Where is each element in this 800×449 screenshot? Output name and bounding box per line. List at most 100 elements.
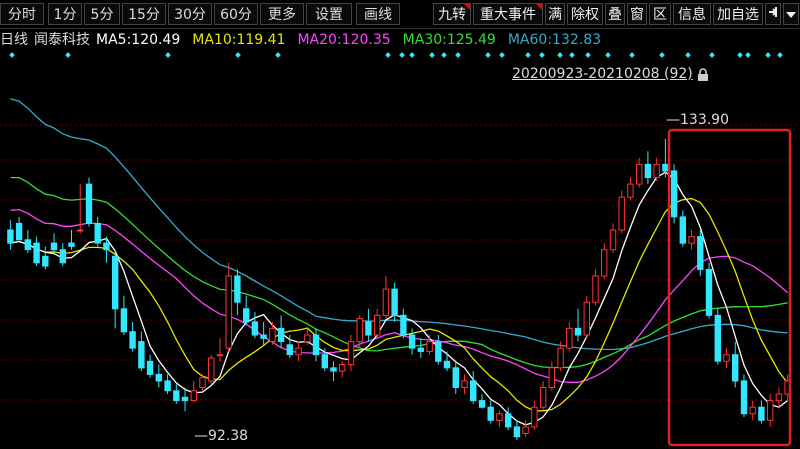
- down-candle-body: [705, 268, 713, 316]
- up-candle-body: [225, 275, 232, 349]
- down-candle-body: [644, 163, 652, 178]
- up-candle-body: [382, 288, 390, 316]
- event-marker: [629, 52, 635, 58]
- event-marker: [441, 52, 447, 58]
- down-candle-body: [662, 163, 669, 172]
- down-candle-body: [243, 308, 250, 323]
- event-marker: [659, 52, 665, 58]
- down-candle-body: [330, 367, 337, 372]
- down-candle-body: [173, 390, 180, 402]
- event-marker: [765, 52, 771, 58]
- down-candle-body: [714, 314, 721, 362]
- up-candle-body: [522, 426, 529, 434]
- up-candle-body: [653, 163, 660, 178]
- up-candle-body: [636, 163, 643, 185]
- up-candle-body: [592, 275, 599, 303]
- down-candle-body: [417, 347, 425, 352]
- down-candle-body: [321, 354, 329, 369]
- down-candle-body: [277, 327, 285, 342]
- ma20-line: [10, 208, 789, 383]
- event-marker: [275, 52, 281, 58]
- down-candle-body: [740, 380, 748, 415]
- down-candle-body: [146, 360, 154, 375]
- up-candle-body: [688, 236, 695, 244]
- event-marker: [605, 52, 611, 58]
- down-candle-body: [732, 354, 739, 382]
- low-price-label: —92.38: [194, 428, 249, 444]
- down-candle-body: [487, 406, 494, 421]
- up-candle-body: [539, 387, 547, 408]
- event-marker: [485, 52, 491, 58]
- up-candle-body: [609, 229, 617, 251]
- event-marker: [685, 52, 691, 58]
- event-marker: [235, 52, 241, 58]
- up-candle-body: [749, 406, 756, 415]
- highlight-box: [667, 128, 792, 447]
- up-candle-body: [374, 314, 381, 336]
- up-candle-body: [618, 196, 625, 231]
- down-candle-body: [470, 380, 477, 402]
- date-range-text: 20200923-20210208 (92): [512, 66, 693, 82]
- event-marker: [585, 52, 591, 58]
- down-candle-body: [505, 413, 512, 428]
- up-candle-body: [557, 347, 564, 369]
- up-candle-body: [775, 393, 783, 402]
- event-marker: [429, 52, 435, 58]
- up-candle-body: [461, 380, 468, 388]
- event-marker: [399, 52, 405, 58]
- event-marker: [569, 52, 575, 58]
- up-candle-body: [269, 327, 276, 342]
- down-candle-body: [85, 183, 93, 225]
- date-range[interactable]: 20200923-20210208 (92): [512, 66, 709, 82]
- up-candle-body: [216, 354, 224, 357]
- event-marker: [499, 52, 505, 58]
- down-candle-body: [435, 341, 442, 362]
- high-price-label: —133.90: [666, 112, 729, 128]
- event-marker: [709, 52, 715, 58]
- up-candle-body: [304, 334, 311, 343]
- up-candle-body: [531, 406, 538, 428]
- event-marker: [409, 52, 415, 58]
- down-candle-body: [260, 334, 267, 339]
- up-candle-body: [339, 364, 346, 372]
- up-candle-body: [190, 390, 198, 402]
- down-candle-body: [42, 255, 49, 267]
- down-candle-body: [15, 222, 23, 241]
- down-candle-body: [408, 334, 416, 349]
- event-marker: [557, 52, 563, 58]
- event-marker: [539, 52, 545, 58]
- up-candle-body: [77, 229, 84, 232]
- up-candle-body: [767, 400, 774, 421]
- down-candle-body: [574, 327, 582, 336]
- down-candle-body: [138, 341, 145, 369]
- up-candle-body: [723, 354, 730, 362]
- up-candle-body: [601, 249, 608, 277]
- down-candle-body: [391, 288, 398, 316]
- down-candle-body: [164, 380, 171, 392]
- event-marker: [745, 52, 751, 58]
- down-candle-body: [251, 321, 259, 336]
- event-marker: [9, 52, 15, 58]
- event-marker: [165, 52, 171, 58]
- down-candle-body: [103, 242, 110, 251]
- event-marker: [737, 52, 743, 58]
- down-candle-body: [181, 396, 189, 402]
- down-candle-body: [7, 229, 14, 244]
- up-candle-body: [208, 357, 215, 382]
- down-candle-body: [452, 367, 460, 388]
- down-candle-body: [513, 426, 521, 438]
- event-marker: [385, 52, 391, 58]
- down-candle-body: [286, 344, 294, 356]
- down-candle-body: [112, 255, 119, 310]
- up-candle-body: [426, 341, 433, 352]
- up-candle-body: [566, 327, 573, 349]
- down-candle-body: [679, 216, 686, 244]
- down-candle-body: [24, 239, 32, 251]
- up-candle-body: [347, 341, 355, 366]
- down-candle-body: [312, 334, 320, 356]
- down-candle-body: [443, 360, 451, 369]
- low-price-value: 92.38: [208, 428, 249, 444]
- up-candle-body: [548, 367, 555, 388]
- event-marker: [455, 52, 461, 58]
- down-candle-body: [670, 170, 678, 218]
